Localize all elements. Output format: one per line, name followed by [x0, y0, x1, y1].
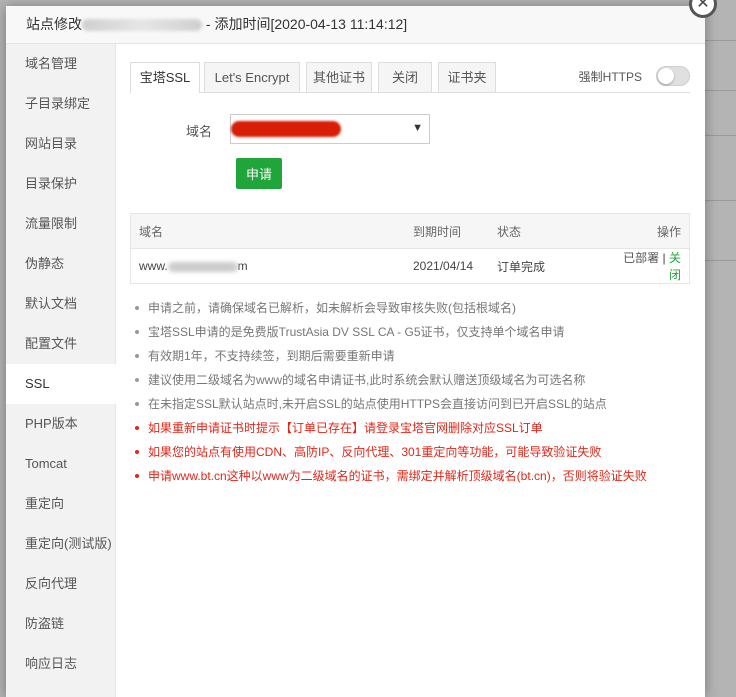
sidebar-item-default-document[interactable]: 默认文档 [6, 284, 115, 324]
apply-button[interactable]: 申请 [236, 158, 282, 189]
sidebar-item-tomcat[interactable]: Tomcat [6, 444, 115, 484]
sidebar-item-response-log[interactable]: 响应日志 [6, 644, 115, 684]
tab-close[interactable]: 关闭 [378, 62, 432, 92]
modal-header: 站点修改 - 添加时间[2020-04-13 11:14:12] [6, 6, 705, 44]
table-header-row: 域名 到期时间 状态 操作 [130, 213, 690, 249]
ssl-tabs: 宝塔SSL Let's Encrypt 其他证书 关闭 证书夹 强制HTTPS [130, 62, 690, 93]
site-edit-modal: 站点修改 - 添加时间[2020-04-13 11:14:12] ✕ 域名管理 … [6, 0, 717, 697]
sidebar-item-php-version[interactable]: PHP版本 [6, 404, 115, 444]
sidebar-item-ssl[interactable]: SSL [6, 364, 116, 404]
table-row: www. m 2021/04/14 订单完成 已部署 | 关闭 [131, 249, 690, 284]
redacted-site-name [82, 19, 202, 32]
sidebar-item-config-file[interactable]: 配置文件 [6, 324, 115, 364]
certificate-table: 域名 到期时间 状态 操作 www. m 2021/04/14 订单完成 已部署 … [130, 213, 690, 284]
modal-title-suffix: - 添加时间[2020-04-13 11:14:12] [202, 16, 408, 32]
sidebar-item-rewrite[interactable]: 伪静态 [6, 244, 115, 284]
cell-domain: www. m [131, 249, 406, 284]
column-domain: 域名 [130, 213, 405, 249]
sidebar-item-subdirectory-binding[interactable]: 子目录绑定 [6, 84, 115, 124]
tab-certificate-folder[interactable]: 证书夹 [438, 62, 496, 92]
note-item: 有效期1年，不支持续签，到期后需要重新申请 [130, 344, 700, 368]
settings-sidebar: 域名管理 子目录绑定 网站目录 目录保护 流量限制 伪静态 默认文档 配置文件 … [6, 44, 116, 697]
sidebar-item-site-directory[interactable]: 网站目录 [6, 124, 115, 164]
note-item: 宝塔SSL申请的是免费版TrustAsia DV SSL CA - G5证书，仅… [130, 320, 700, 344]
sidebar-item-hotlink-protection[interactable]: 防盗链 [6, 604, 115, 644]
domain-prefix: www. [139, 259, 168, 273]
modal-title-prefix: 站点修改 [26, 16, 82, 32]
column-status: 状态 [489, 213, 605, 249]
cell-expiry: 2021/04/14 [413, 259, 474, 273]
redacted-domain-value [231, 121, 341, 137]
cell-actions: 已部署 | 关闭 [605, 249, 690, 284]
domain-select[interactable]: ▼ [230, 114, 430, 144]
sidebar-item-directory-protection[interactable]: 目录保护 [6, 164, 115, 204]
close-icon: ✕ [696, 0, 710, 12]
force-https-label: 强制HTTPS [578, 70, 642, 84]
warning-note-item: 如果您的站点有使用CDN、高防IP、反向代理、301重定向等功能，可能导致验证失… [130, 440, 700, 464]
domain-form-row: 域名 ▼ [130, 114, 690, 144]
tab-baota-ssl[interactable]: 宝塔SSL [130, 62, 200, 93]
ssl-notes-list: 申请之前，请确保域名已解析，如未解析会导致审核失败(包括根域名) 宝塔SSL申请… [130, 296, 700, 488]
column-expiry: 到期时间 [405, 213, 489, 249]
sidebar-item-redirect[interactable]: 重定向 [6, 484, 115, 524]
action-separator: | [659, 251, 669, 265]
note-item: 建议使用二级域名为www的域名申请证书,此时系统会默认赠送顶级域名为可选名称 [130, 368, 700, 392]
sidebar-item-traffic-limit[interactable]: 流量限制 [6, 204, 115, 244]
toggle-knob [658, 68, 674, 84]
warning-note-item: 申请www.bt.cn这种以www为二级域名的证书，需绑定并解析顶级域名(bt.… [130, 464, 700, 488]
deployed-status: 已部署 [623, 251, 660, 265]
column-actions: 操作 [605, 213, 690, 249]
note-item: 申请之前，请确保域名已解析，如未解析会导致审核失败(包括根域名) [130, 296, 700, 320]
warning-note-item: 如果重新申请证书时提示【订单已存在】请登录宝塔官网删除对应SSL订单 [130, 416, 700, 440]
domain-label: 域名 [186, 124, 213, 139]
note-item: 在未指定SSL默认站点时,未开启SSL的站点使用HTTPS会直接访问到已开启SS… [130, 392, 700, 416]
sidebar-item-reverse-proxy[interactable]: 反向代理 [6, 564, 115, 604]
tab-other-certificate[interactable]: 其他证书 [306, 62, 372, 92]
cell-status: 订单完成 [497, 259, 546, 274]
sidebar-item-redirect-beta[interactable]: 重定向(测试版) [6, 524, 115, 564]
caret-down-icon: ▼ [412, 122, 423, 134]
redacted-domain [167, 261, 238, 272]
ssl-panel: 宝塔SSL Let's Encrypt 其他证书 关闭 证书夹 强制HTTPS … [130, 62, 690, 483]
tab-lets-encrypt[interactable]: Let's Encrypt [204, 62, 300, 92]
close-ssl-link[interactable]: 关闭 [669, 251, 681, 282]
sidebar-item-domain-management[interactable]: 域名管理 [6, 44, 115, 84]
force-https-toggle[interactable] [656, 66, 690, 86]
domain-suffix: m [237, 259, 248, 273]
